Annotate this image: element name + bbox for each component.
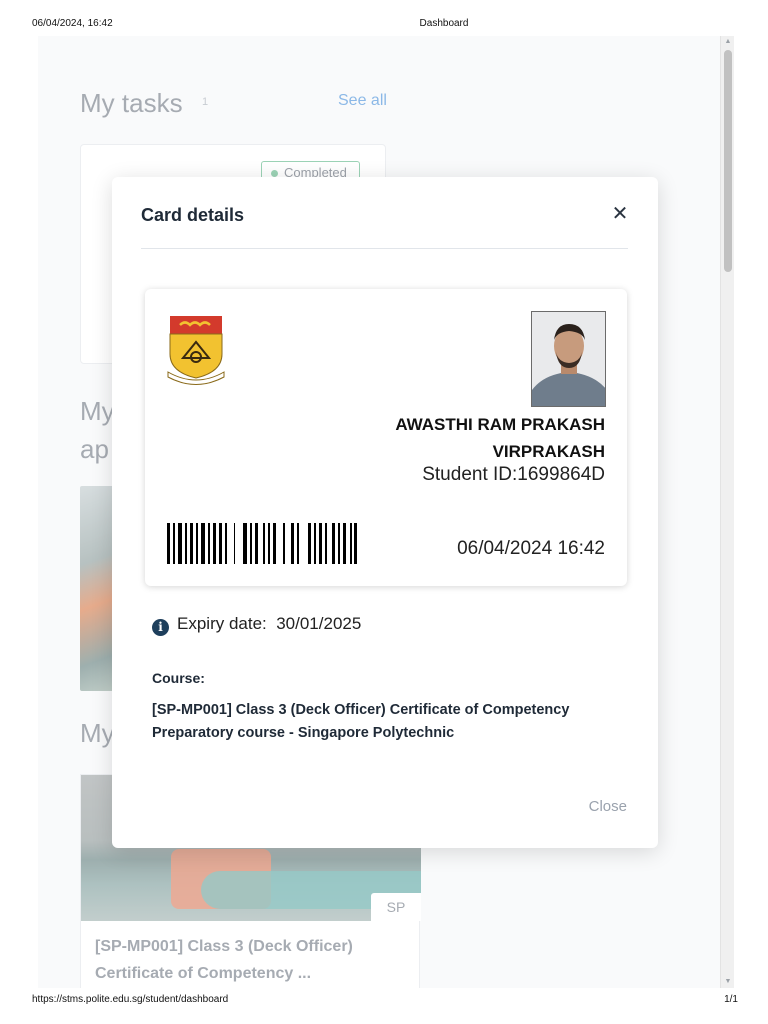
course-name: [SP-MP001] Class 3 (Deck Officer) Certif… bbox=[152, 702, 570, 741]
expiry-label: Expiry date: bbox=[177, 614, 267, 633]
modal-title: Card details bbox=[141, 205, 245, 225]
card-datetime: 06/04/2024 16:42 bbox=[457, 538, 605, 559]
student-id-card: AWASTHI RAM PRAKASH VIRPRAKASH Student I… bbox=[145, 289, 627, 586]
scroll-up-arrow-icon[interactable]: ▲ bbox=[721, 36, 735, 48]
expiry-row: i Expiry date: 30/01/2025 bbox=[152, 614, 361, 636]
card-details-modal: Card details ✕ AWASTHI RAM PRAKASH VIRPR… bbox=[112, 177, 658, 848]
close-icon[interactable]: ✕ bbox=[610, 203, 630, 225]
student-name: AWASTHI RAM PRAKASH VIRPRAKASH bbox=[335, 411, 605, 465]
close-button[interactable]: Close bbox=[557, 798, 627, 815]
print-header: 06/04/2024, 16:42 Dashboard bbox=[0, 18, 768, 32]
scroll-down-arrow-icon[interactable]: ▼ bbox=[721, 976, 735, 988]
student-name-line: AWASTHI RAM PRAKASH bbox=[395, 415, 605, 434]
student-id-label: Student ID: bbox=[422, 464, 518, 485]
student-id: Student ID:1699864D bbox=[335, 464, 605, 486]
course-label: Course: bbox=[152, 670, 205, 686]
info-icon: i bbox=[152, 619, 169, 636]
print-title: Dashboard bbox=[419, 18, 469, 29]
expiry-value: 30/01/2025 bbox=[276, 614, 362, 633]
barcode bbox=[167, 523, 357, 564]
student-photo bbox=[531, 311, 606, 407]
print-page-number: 1/1 bbox=[724, 994, 738, 1005]
scroll-thumb[interactable] bbox=[724, 50, 732, 272]
modal-divider bbox=[141, 248, 628, 249]
polytechnic-crest-logo bbox=[167, 316, 225, 385]
page-scrollbar[interactable]: ▲ ▼ bbox=[720, 36, 734, 988]
student-name-line: VIRPRAKASH bbox=[492, 442, 605, 461]
student-id-value: 1699864D bbox=[517, 464, 605, 485]
print-url: https://stms.polite.edu.sg/student/dashb… bbox=[32, 994, 229, 1005]
